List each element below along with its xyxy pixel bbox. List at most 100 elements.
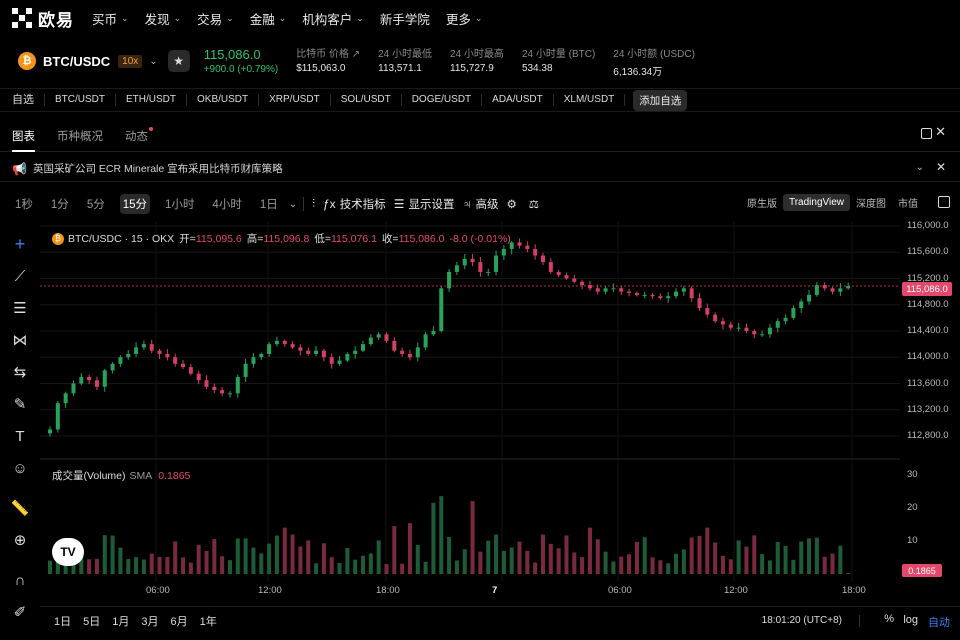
favorite-pair[interactable]: XLM/USDT [554,94,626,106]
emoji-icon[interactable]: ☺ [8,456,32,480]
range-option[interactable]: 3月 [141,613,158,629]
nav-item-0[interactable]: 买币 ⌄ [92,9,129,28]
okx-logo[interactable]: 欧易 [12,6,74,31]
favorite-pair[interactable]: BTC/USDT [45,94,116,106]
volume-bar [157,556,162,574]
auto-scale-toggle[interactable]: 自动 [928,614,950,630]
volume-bar [134,557,139,574]
nav-item-4[interactable]: 机构客户 ⌄ [302,9,364,28]
range-option[interactable]: 1日 [54,613,71,629]
favorites-label[interactable]: 自选 [0,94,45,106]
projection-icon[interactable]: ⇆ [8,360,32,384]
close-icon[interactable]: ✕ [935,124,946,140]
interval-option[interactable]: 1秒 [12,194,36,214]
view-option[interactable]: TradingView [782,194,850,211]
interval-option[interactable]: 4小时 [209,194,244,214]
range-option[interactable]: 5日 [83,613,100,629]
interval-option[interactable]: 15分 [119,194,151,214]
advanced-button[interactable]: ♃ 高级 [462,196,498,212]
favorite-star-icon[interactable]: ★ [167,50,190,72]
ticker-stat[interactable]: 比特币 价格 ↗ $115,063.0 [296,45,360,78]
clock[interactable]: 18:01:20 (UTC+8) [762,615,842,626]
volume-bar [838,545,843,574]
volume-bar [736,540,741,574]
candle-type-icon[interactable]: ⫶ [312,198,315,211]
candle-body [94,380,99,387]
news-headline[interactable]: 英国采矿公司 ECR Minerale 宣布采用比特币财库策略 [33,161,283,176]
price-tick: 114,400.0 [907,325,949,336]
text-icon[interactable]: T [8,424,32,448]
price-chart[interactable] [40,222,900,582]
range-option[interactable]: 1年 [200,613,217,629]
volume-bar [368,553,373,574]
stat-label: 24 小时最低 [378,48,433,60]
volume-bar [775,541,780,574]
volume-tick: 20 [907,501,918,513]
candle-body [102,370,107,387]
indicators-button[interactable]: ƒx 技术指标 [323,196,386,212]
range-option[interactable]: 1月 [112,613,129,629]
interval-option[interactable]: 1日 [257,194,281,214]
close-icon[interactable]: ✕ [936,160,946,174]
candle-body [494,255,499,272]
maximize-icon[interactable] [921,128,932,139]
candle-body [454,265,459,272]
view-option[interactable]: 市值 [892,192,924,213]
candle-body [681,288,686,292]
tradingview-logo[interactable]: TV [52,538,84,566]
brush-icon[interactable]: ✎ [8,392,32,416]
news-ticker[interactable]: 📢 英国采矿公司 ECR Minerale 宣布采用比特币财库策略 ⌄ ✕ [0,156,960,182]
nav-item-6[interactable]: 更多 ⌄ [446,9,483,28]
scale-icon[interactable]: ⚖ [529,197,539,211]
view-option[interactable]: 原生版 [741,192,783,213]
interval-option[interactable]: 1分 [48,194,72,214]
pattern-icon[interactable]: ⋈ [8,328,32,352]
interval-chevron-icon[interactable]: ⌄ [289,199,297,210]
volume-bar [525,550,530,574]
nav-item-1[interactable]: 发现 ⌄ [145,9,182,28]
range-option[interactable]: 6月 [171,613,188,629]
candle-body [141,344,146,348]
add-favorite-button[interactable]: 添加自选 [633,89,688,111]
nav-item-3[interactable]: 金融 ⌄ [250,9,287,28]
time-tick: 18:00 [376,585,400,596]
tab-chart[interactable]: 图表 [12,120,35,152]
favorite-pair[interactable]: DOGE/USDT [402,94,483,106]
view-option[interactable]: 深度图 [850,192,892,213]
pair-selector[interactable]: BTC/USDC [43,54,110,69]
ruler-icon[interactable]: 📏 [8,496,32,520]
volume-bar [619,556,624,574]
nav-item-5[interactable]: 新手学院 [380,9,430,28]
interval-option[interactable]: 5分 [84,194,108,214]
favorite-pair[interactable]: XRP/USDT [259,94,331,106]
fib-lines-icon[interactable]: ☰ [8,296,32,320]
tab-coin-overview[interactable]: 币种概况 [57,120,103,152]
volume-bar [173,541,178,574]
percent-scale-toggle[interactable]: % [884,613,894,625]
display-settings-button[interactable]: ☰ 显示设置 [394,196,455,212]
favorite-pair[interactable]: ETH/USDT [116,94,187,106]
volume-bar [791,559,796,574]
zoom-in-icon[interactable]: ⊕ [8,528,32,552]
tab-activity[interactable]: 动态 [125,120,153,152]
lock-drawing-icon[interactable]: ✐ [8,600,32,624]
nav-item-label: 买币 [92,12,118,27]
candle-body [259,353,264,358]
favorite-pair[interactable]: ADA/USDT [482,94,554,106]
fullscreen-icon[interactable] [938,196,950,208]
chevron-down-icon[interactable]: ⌄ [916,162,924,173]
favorite-pair[interactable]: OKB/USDT [187,94,260,106]
log-scale-toggle[interactable]: log [903,614,918,626]
nav-item-2[interactable]: 交易 ⌄ [197,9,234,28]
favorite-pair[interactable]: SOL/USDT [331,94,402,106]
crosshair-icon[interactable]: + [8,232,32,256]
trend-line-icon[interactable]: ⟋ [8,264,32,288]
interval-option[interactable]: 1小时 [162,194,197,214]
magnet-icon[interactable]: ∩ [8,568,32,592]
volume-bar [486,540,491,574]
volume-bar [681,549,686,574]
chevron-down-icon[interactable]: ⌄ [149,56,157,67]
candle-body [196,373,201,381]
time-tick: 12:00 [258,585,282,596]
gear-icon[interactable]: ⚙ [506,197,516,211]
